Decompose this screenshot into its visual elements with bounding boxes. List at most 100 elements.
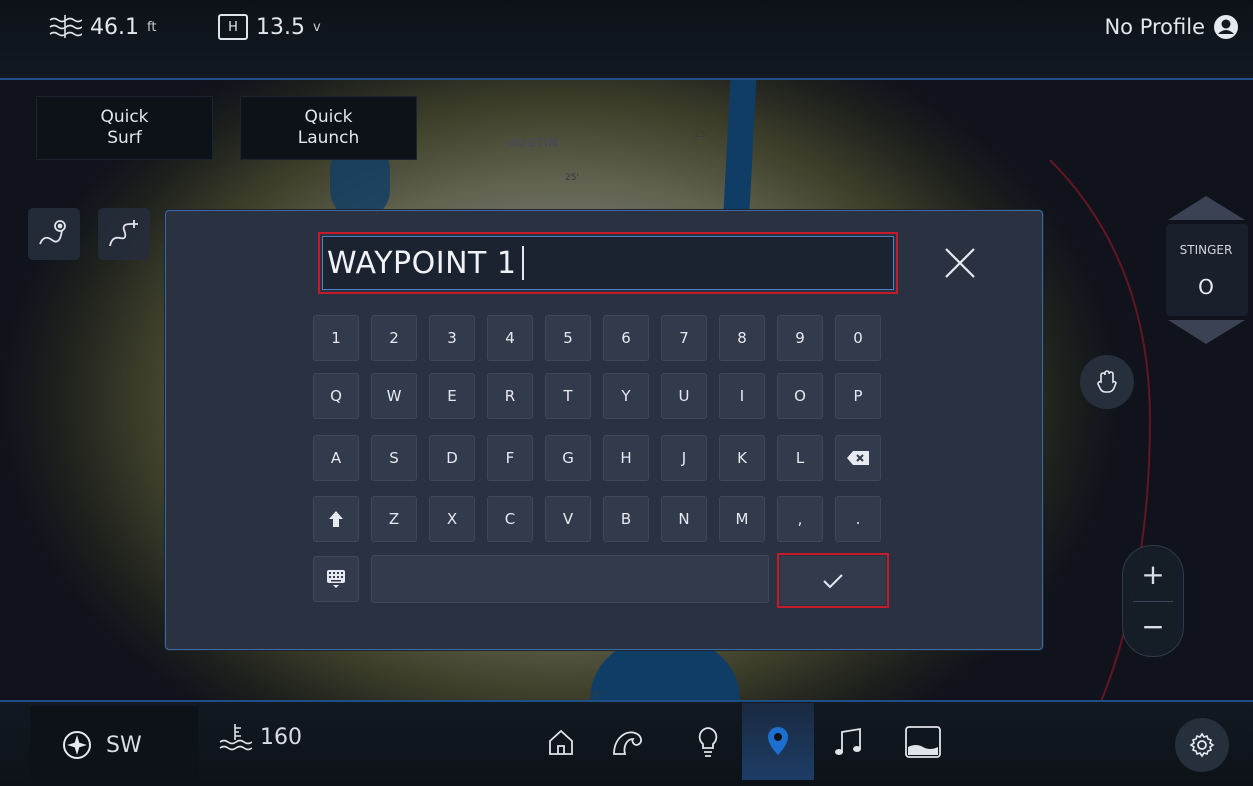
battery-unit: v [312, 19, 321, 35]
key-s[interactable]: S [371, 435, 417, 481]
route-waypoint-icon [39, 220, 66, 245]
key-4[interactable]: 4 [487, 315, 533, 361]
nav-surf[interactable] [608, 722, 648, 762]
key-e[interactable]: E [429, 373, 475, 419]
depth-readout: 46.1 ft [48, 14, 156, 40]
check-icon [823, 573, 843, 588]
waypoint-name-field[interactable]: WAYPOINT 1 [318, 232, 898, 294]
depth-value: 46.1 [90, 14, 139, 40]
route-add-icon [109, 220, 138, 247]
zoom-in-button[interactable]: + [1123, 552, 1183, 598]
key-8[interactable]: 8 [719, 315, 765, 361]
stinger-value: O [1198, 275, 1214, 299]
stinger-control[interactable] [1160, 190, 1253, 350]
heading-value: SW [106, 732, 142, 758]
nav-ballast[interactable] [903, 722, 943, 762]
key-o[interactable]: O [777, 373, 823, 419]
depth-sounder-icon [219, 724, 252, 751]
quick-surf-button[interactable]: Quick Surf [36, 96, 213, 160]
key-q[interactable]: Q [313, 373, 359, 419]
key-x[interactable]: X [429, 496, 475, 542]
quick-launch-line1: Quick [304, 107, 353, 127]
settings-button[interactable] [1175, 718, 1229, 772]
key-y[interactable]: Y [603, 373, 649, 419]
profile-icon [1214, 15, 1238, 39]
profile-button[interactable]: No Profile [1104, 14, 1239, 40]
zoom-out-button[interactable]: − [1123, 604, 1183, 650]
waves-depth-icon [49, 15, 82, 38]
key-b[interactable]: B [603, 496, 649, 542]
zoom-control: + − [1122, 545, 1184, 657]
key-v[interactable]: V [545, 496, 591, 542]
key-6[interactable]: 6 [603, 315, 649, 361]
wave-icon [613, 731, 642, 755]
key-i[interactable]: I [719, 373, 765, 419]
close-icon [945, 248, 975, 278]
key-p[interactable]: P [835, 373, 881, 419]
battery-label: H [228, 19, 238, 35]
heading-readout[interactable]: SW [30, 706, 198, 784]
quick-launch-button[interactable]: Quick Launch [240, 96, 417, 160]
backspace-key[interactable] [835, 435, 881, 481]
bulb-icon [698, 727, 718, 757]
location-pin-icon [768, 727, 788, 755]
key-period[interactable]: . [835, 496, 881, 542]
key-j[interactable]: J [661, 435, 707, 481]
key-g[interactable]: G [545, 435, 591, 481]
key-7[interactable]: 7 [661, 315, 707, 361]
key-2[interactable]: 2 [371, 315, 417, 361]
route-add-button[interactable] [98, 208, 150, 260]
nav-audio[interactable] [828, 722, 868, 762]
waypoint-name-input[interactable]: WAYPOINT 1 [322, 236, 894, 290]
key-z[interactable]: Z [371, 496, 417, 542]
key-comma[interactable]: , [777, 496, 823, 542]
key-c[interactable]: C [487, 496, 533, 542]
key-m[interactable]: M [719, 496, 765, 542]
key-d[interactable]: D [429, 435, 475, 481]
pan-hand-button[interactable] [1080, 355, 1134, 409]
home-icon [549, 729, 573, 755]
quick-surf-line2: Surf [107, 128, 142, 148]
settings-icon [1189, 732, 1215, 758]
key-t[interactable]: T [545, 373, 591, 419]
zoom-divider [1133, 601, 1173, 602]
key-u[interactable]: U [661, 373, 707, 419]
battery-value: 13.5 [256, 14, 305, 40]
bottom-depth-value: 160 [260, 724, 302, 750]
key-n[interactable]: N [661, 496, 707, 542]
nav-lights[interactable] [688, 722, 728, 762]
key-h[interactable]: H [603, 435, 649, 481]
route-waypoint-button[interactable] [28, 208, 80, 260]
key-5[interactable]: 5 [545, 315, 591, 361]
quick-launch-line2: Launch [297, 128, 360, 148]
music-icon [835, 727, 861, 755]
waypoint-name-value: WAYPOINT 1 [327, 245, 517, 281]
space-key[interactable] [371, 555, 769, 603]
battery-readout: H 13.5 v [218, 14, 321, 40]
key-r[interactable]: R [487, 373, 533, 419]
key-a[interactable]: A [313, 435, 359, 481]
key-l[interactable]: L [777, 435, 823, 481]
key-f[interactable]: F [487, 435, 533, 481]
compass-icon [63, 731, 91, 759]
nav-map[interactable] [758, 722, 798, 762]
keyboard-icon [327, 570, 345, 588]
bottom-depth-readout: 160 [218, 722, 302, 752]
close-button[interactable] [942, 245, 978, 281]
depth-unit: ft [146, 19, 157, 35]
nav-home[interactable] [541, 722, 581, 762]
stinger-label: STINGER [1179, 243, 1233, 257]
confirm-button[interactable] [780, 556, 886, 605]
top-status-bar: 46.1 ft H 13.5 v No Profile [0, 0, 1253, 80]
key-0[interactable]: 0 [835, 315, 881, 361]
text-caret [522, 246, 525, 280]
battery-icon: H [218, 14, 248, 40]
shift-key[interactable] [313, 496, 359, 542]
key-w[interactable]: W [371, 373, 417, 419]
key-1[interactable]: 1 [313, 315, 359, 361]
key-9[interactable]: 9 [777, 315, 823, 361]
shift-icon [329, 511, 343, 527]
keyboard-toggle-key[interactable] [313, 556, 359, 602]
key-k[interactable]: K [719, 435, 765, 481]
key-3[interactable]: 3 [429, 315, 475, 361]
